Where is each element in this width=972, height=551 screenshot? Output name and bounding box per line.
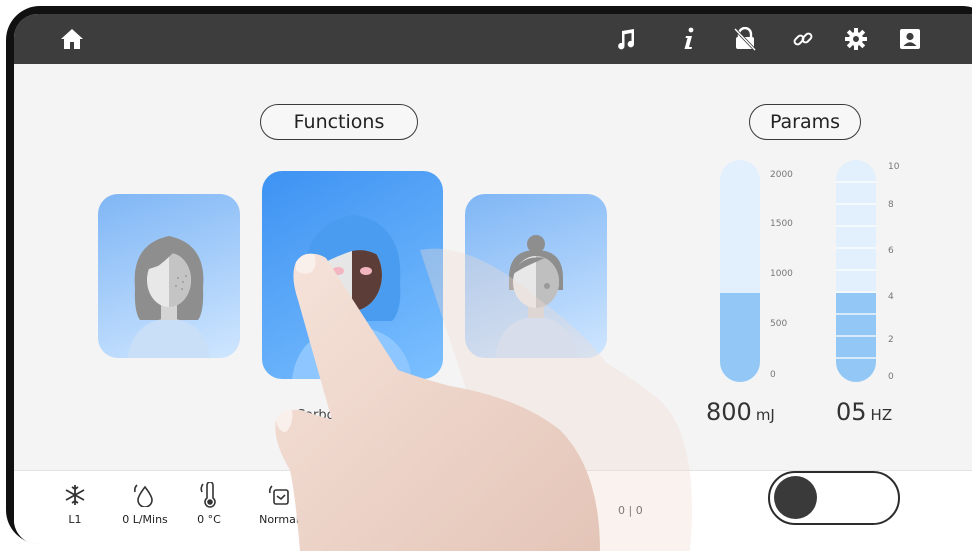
pulse-counter: 0 | 0 <box>618 504 643 517</box>
lock-unlocked-icon[interactable] <box>731 25 759 53</box>
frequency-value: 05 <box>836 398 867 426</box>
toggle-knob <box>774 476 817 519</box>
power-toggle[interactable] <box>768 471 900 525</box>
frequency-tick: 4 <box>888 292 894 302</box>
music-note-icon[interactable] <box>612 25 640 53</box>
energy-gauge-fill <box>720 293 760 382</box>
face-whitening-icon <box>128 236 210 358</box>
frequency-tick: 10 <box>888 162 900 172</box>
gear-icon[interactable] <box>842 25 870 53</box>
energy-tick: 2000 <box>770 170 793 180</box>
temperature-text: 0 °C <box>197 513 221 526</box>
tank-status-text: Normal <box>259 513 299 526</box>
energy-tick: 1500 <box>770 219 793 229</box>
frequency-tick: 6 <box>888 246 894 256</box>
cooling-level-status: L1 <box>40 481 110 526</box>
frequency-unit: HZ <box>870 406 893 424</box>
link-icon[interactable] <box>789 25 817 53</box>
frequency-tick: 8 <box>888 200 894 210</box>
temperature-status: 0 °C <box>174 481 244 526</box>
water-flow-status: 0 L/Mins <box>110 481 180 526</box>
snowflake-icon <box>40 481 110 509</box>
screen: Functions Carbon Params 2000 1500 1000 5… <box>14 14 972 544</box>
energy-value: 800 <box>706 398 752 426</box>
info-icon[interactable] <box>675 25 703 53</box>
water-flow-text: 0 L/Mins <box>122 513 168 526</box>
face-pigment-icon <box>495 235 577 358</box>
energy-tick: 1000 <box>770 269 793 279</box>
face-carbon-icon <box>292 215 412 379</box>
frequency-tick: 0 <box>888 372 894 382</box>
function-card-pigment[interactable] <box>465 194 607 358</box>
function-card-whitening[interactable] <box>98 194 240 358</box>
tank-level-icon <box>244 481 314 509</box>
water-drop-icon <box>110 481 180 509</box>
top-bar <box>14 14 972 64</box>
tank-status: Normal <box>244 481 314 526</box>
function-card-carbon[interactable] <box>262 171 443 379</box>
frequency-tick: 2 <box>888 335 894 345</box>
user-account-icon[interactable] <box>896 25 924 53</box>
energy-unit: mJ <box>755 406 775 424</box>
energy-tick: 500 <box>770 319 788 329</box>
home-icon[interactable] <box>58 25 86 53</box>
energy-readout: 800 mJ <box>706 398 775 426</box>
cooling-level-text: L1 <box>68 513 82 526</box>
params-title: Params <box>749 104 861 140</box>
energy-tick: 0 <box>770 370 776 380</box>
functions-title: Functions <box>260 104 418 140</box>
frequency-gauge-segments <box>836 181 876 359</box>
energy-gauge[interactable] <box>720 160 760 382</box>
device-frame: Functions Carbon Params 2000 1500 1000 5… <box>0 0 972 551</box>
frequency-gauge[interactable] <box>836 160 876 382</box>
selected-function-label: Carbon <box>296 408 343 423</box>
thermometer-icon <box>174 481 244 509</box>
frequency-readout: 05 HZ <box>836 398 892 426</box>
